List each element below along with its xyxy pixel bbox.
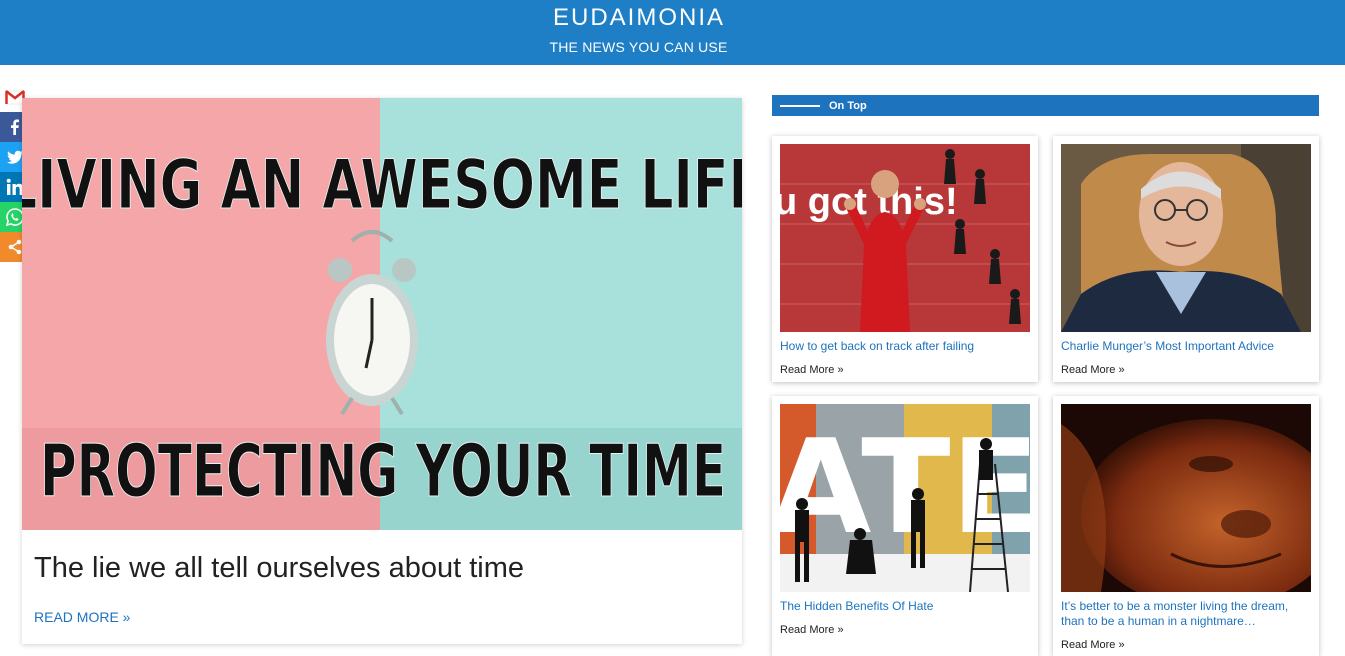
article-card-title[interactable]: The Hidden Benefits Of Hate [780,599,1030,614]
site-header: EUDAIMONIA THE NEWS YOU CAN USE [0,0,1345,65]
site-logo[interactable]: EUDAIMONIA [538,4,740,28]
featured-article-title[interactable]: The lie we all tell ourselves about time [34,552,524,585]
article-image-text: u got this! [780,181,958,223]
featured-article-image[interactable]: LIVING AN AWESOME LIFE PROTECTING YOUR T… [22,98,742,530]
article-card-image[interactable] [1061,144,1311,332]
site-tagline: THE NEWS YOU CAN USE [549,39,728,55]
article-card-read-more[interactable]: Read More » [1061,364,1125,376]
featured-image-art: LIVING AN AWESOME LIFE PROTECTING YOUR T… [22,98,742,530]
article-card-title[interactable]: How to get back on track after failing [780,339,1030,354]
featured-read-more-link[interactable]: READ MORE » [34,609,130,625]
logo-text: EUDAIMONIA [553,4,725,28]
section-header-line [780,105,820,107]
article-card: u got this! How to get back on track aft… [772,136,1038,382]
article-card-title[interactable]: It’s better to be a monster living the d… [1061,599,1311,629]
featured-image-line1: LIVING AN AWESOME LIFE [22,146,742,225]
article-card: It’s better to be a monster living the d… [1053,396,1319,656]
article-card: Charlie Munger’s Most Important Advice R… [1053,136,1319,382]
article-image-art [1061,144,1311,332]
featured-image-line2: PROTECTING YOUR TIME [40,429,726,513]
article-card-image[interactable] [1061,404,1311,592]
article-card-read-more[interactable]: Read More » [780,624,844,636]
article-card-image[interactable]: u got this! [780,144,1030,332]
article-card-image[interactable]: ATE [780,404,1030,592]
article-image-art: u got this! [780,144,1030,332]
article-card: ATE The Hidden Benefits Of Hate Read Mor… [772,396,1038,656]
article-card-read-more[interactable]: Read More » [1061,639,1125,651]
section-header-on-top: On Top [772,95,1319,116]
section-title: On Top [829,100,867,112]
article-image-art: ATE [780,404,1030,592]
featured-article-card: LIVING AN AWESOME LIFE PROTECTING YOUR T… [22,98,742,644]
article-card-title[interactable]: Charlie Munger’s Most Important Advice [1061,339,1311,354]
article-image-text: ATE [780,411,1030,563]
article-image-art [1061,404,1311,592]
article-card-read-more[interactable]: Read More » [780,364,844,376]
